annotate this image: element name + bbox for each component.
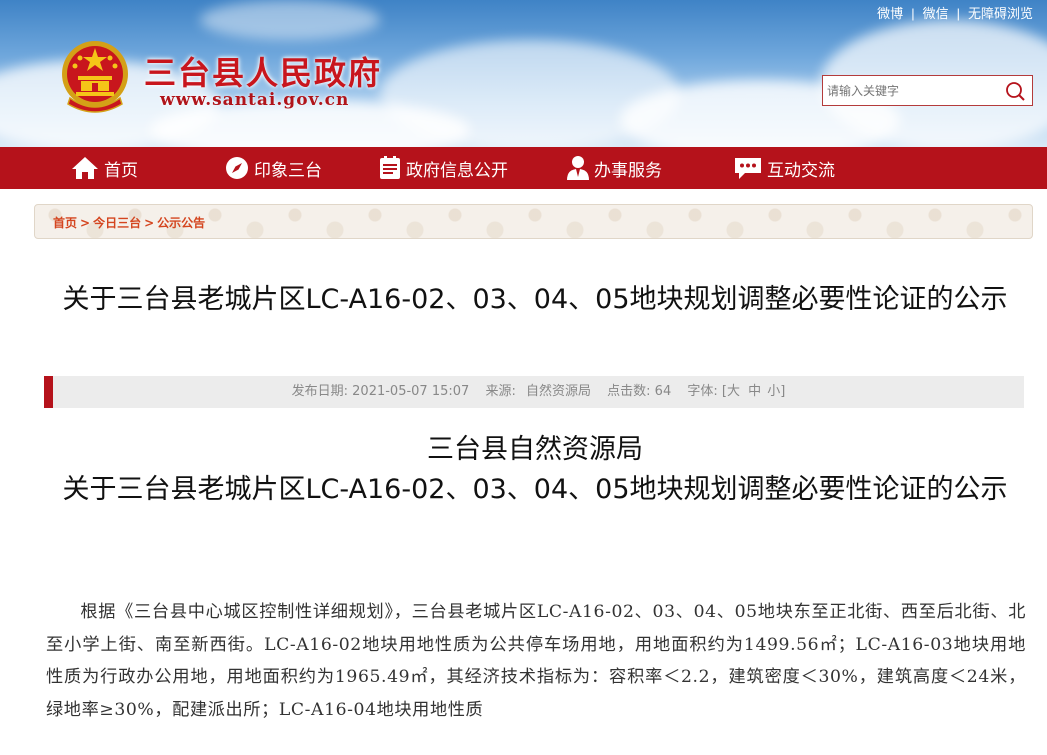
font-size-small-button[interactable]: 小 (767, 384, 780, 399)
nav-item-home[interactable]: 首页 (70, 147, 138, 189)
divider: | (956, 6, 960, 21)
breadcrumb-home[interactable]: 首页 (53, 216, 77, 230)
nav-item-label: 互动交流 (767, 160, 835, 181)
nav-item-label: 办事服务 (594, 160, 662, 181)
person-icon (567, 156, 589, 180)
click-count-label: 点击数: (607, 384, 651, 399)
font-size-control: 字体: [大 中 小] (687, 384, 785, 399)
header-cloud (200, 0, 380, 40)
publish-date-value: 2021-05-07 15:07 (352, 384, 470, 399)
nav-item-interaction[interactable]: 互动交流 (733, 147, 835, 189)
nav-item-label: 首页 (104, 160, 138, 181)
breadcrumb-announcements[interactable]: 公示公告 (157, 216, 205, 230)
nav-item-impression[interactable]: 印象三台 (224, 147, 322, 189)
source: 来源: 自然资源局 (485, 384, 591, 399)
main-nav: 首页 印象三台 政府信息公开 办事服务 互动交流 (0, 147, 1047, 189)
site-url: www.santai.gov.cn (160, 90, 350, 110)
home-icon (72, 157, 98, 179)
national-emblem-icon (62, 41, 128, 113)
body-heading-subject: 关于三台县老城片区LC-A16-02、03、04、05地块规划调整必要性论证的公… (62, 474, 1008, 505)
search-icon[interactable] (1004, 80, 1026, 102)
source-label: 来源: (485, 384, 516, 399)
font-size-medium-button[interactable]: 中 (748, 384, 761, 399)
click-count-value: 64 (654, 384, 672, 399)
accessibility-link[interactable]: 无障碍浏览 (968, 6, 1033, 21)
weibo-link[interactable]: 微博 (877, 6, 903, 21)
publish-date-label: 发布日期: (291, 384, 349, 399)
nav-item-gov-info[interactable]: 政府信息公开 (378, 147, 508, 189)
publish-date: 发布日期: 2021-05-07 15:07 (292, 384, 470, 399)
bracket: ] (780, 384, 786, 399)
site-header: 微博 | 微信 | 无障碍浏览 三台县人民政府 www.santai.gov.cn (0, 0, 1047, 147)
nav-item-label: 政府信息公开 (406, 160, 508, 181)
chat-icon (735, 158, 761, 179)
font-size-large-button[interactable]: 大 (727, 384, 740, 399)
divider: | (911, 6, 915, 21)
article-meta: 发布日期: 2021-05-07 15:07 来源: 自然资源局 点击数: 64… (44, 376, 1024, 408)
top-links: 微博 | 微信 | 无障碍浏览 (877, 3, 1033, 22)
body-heading-issuer: 三台县自然资源局 (427, 434, 643, 465)
nav-item-services[interactable]: 办事服务 (566, 147, 662, 189)
click-count: 点击数: 64 (607, 384, 671, 399)
article-title: 关于三台县老城片区LC-A16-02、03、04、05地块规划调整必要性论证的公… (62, 284, 1008, 315)
search-box (822, 75, 1033, 106)
body-heading: 三台县自然资源局 关于三台县老城片区LC-A16-02、03、04、05地块规划… (30, 430, 1040, 510)
source-value: 自然资源局 (525, 384, 591, 399)
breadcrumb: 首页 > 今日三台 > 公示公告 (34, 204, 1033, 239)
site-title[interactable]: 三台县人民政府 (144, 48, 382, 94)
wechat-link[interactable]: 微信 (923, 6, 949, 21)
compass-icon (226, 157, 248, 179)
font-size-label: 字体: (687, 384, 718, 399)
breadcrumb-separator: > (144, 216, 155, 230)
search-input[interactable] (827, 80, 997, 102)
breadcrumb-today-santai[interactable]: 今日三台 (93, 216, 141, 230)
nav-item-label: 印象三台 (254, 160, 322, 181)
document-icon (380, 156, 400, 179)
breadcrumb-separator: > (80, 216, 91, 230)
article-paragraph: 根据《三台县中心城区控制性详细规划》，三台县老城片区LC-A16-02、03、0… (46, 602, 1026, 720)
